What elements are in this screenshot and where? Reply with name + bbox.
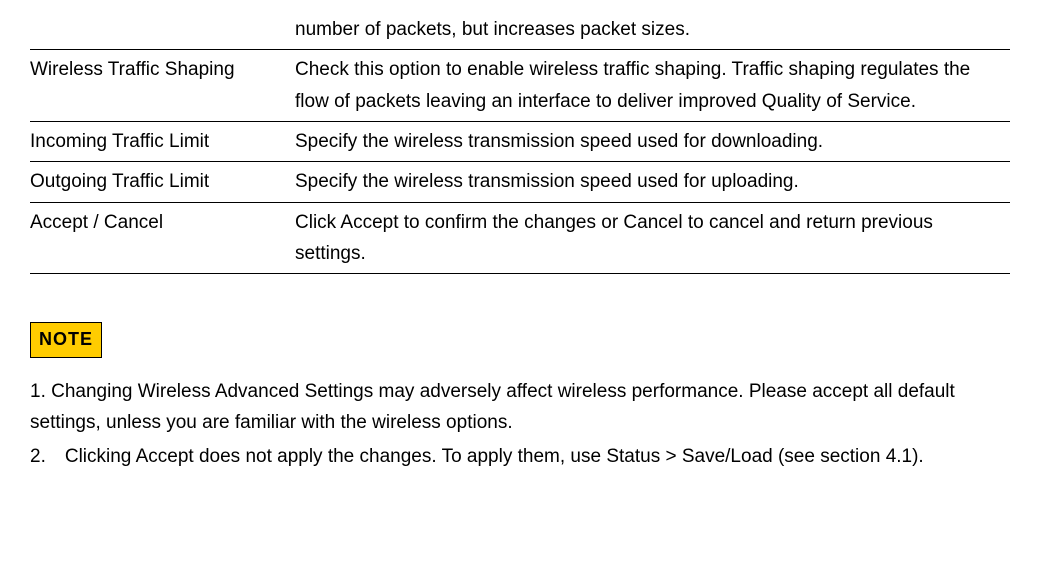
table-row: number of packets, but increases packet … [30,10,1010,50]
table-row: Incoming Traffic Limit Specify the wirel… [30,122,1010,162]
row-label: Wireless Traffic Shaping [30,50,295,122]
row-label [30,10,295,50]
row-description: Specify the wireless transmission speed … [295,122,1010,162]
row-description: number of packets, but increases packet … [295,10,1010,50]
settings-table: number of packets, but increases packet … [30,10,1010,274]
note-item-1: 1. Changing Wireless Advanced Settings m… [30,376,1010,439]
note-badge: NOTE [30,322,102,358]
row-description: Specify the wireless transmission speed … [295,162,1010,202]
row-label: Accept / Cancel [30,202,295,274]
table-row: Accept / Cancel Click Accept to confirm … [30,202,1010,274]
note-item-2: 2. Clicking Accept does not apply the ch… [30,441,1010,472]
row-description: Click Accept to confirm the changes or C… [295,202,1010,274]
row-label: Incoming Traffic Limit [30,122,295,162]
table-row: Wireless Traffic Shaping Check this opti… [30,50,1010,122]
note-text: 1. Changing Wireless Advanced Settings m… [30,376,1010,472]
row-label: Outgoing Traffic Limit [30,162,295,202]
row-description: Check this option to enable wireless tra… [295,50,1010,122]
table-row: Outgoing Traffic Limit Specify the wirel… [30,162,1010,202]
